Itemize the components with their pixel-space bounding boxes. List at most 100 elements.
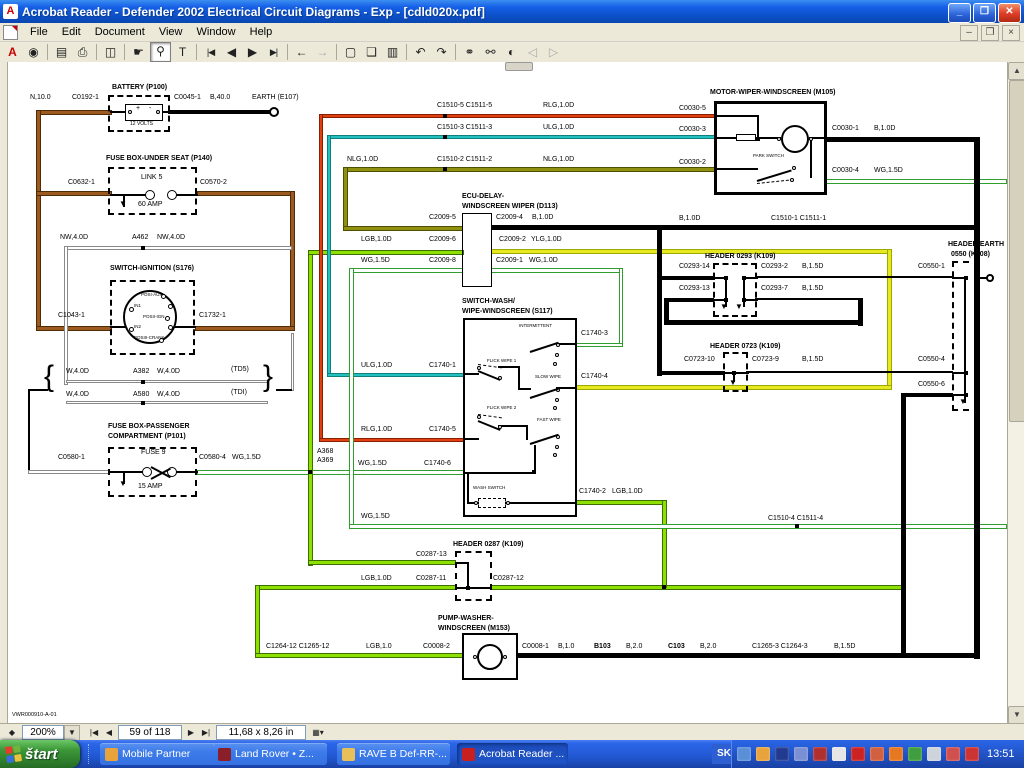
page-size-indicator: 11,68 x 8,26 in <box>216 725 306 740</box>
next-view-icon[interactable]: → <box>313 43 332 61</box>
child-close-icon[interactable]: × <box>1002 25 1020 41</box>
acrobat-app-icon: A <box>3 4 18 19</box>
toolbar: A◉ ▤⎙ ◫ ☛⚲T |◀◀▶▶| ←→ ▢❑▥ ↶↷ ⚭⚯◐◁▷ <box>0 42 1024 63</box>
open-icon[interactable]: ▤ <box>52 43 71 61</box>
update-icon[interactable] <box>870 747 884 761</box>
start-label: štart <box>25 746 58 763</box>
system-tray: 13:51 <box>731 740 1024 768</box>
menu-view[interactable]: View <box>152 24 190 40</box>
actual-size-icon[interactable]: ▢ <box>341 43 360 61</box>
title-bar: A Acrobat Reader - Defender 2002 Electri… <box>0 0 1024 23</box>
prev-page-icon[interactable]: ◀ <box>222 43 241 61</box>
prev-highlight-icon[interactable]: ◁ <box>523 43 542 61</box>
adobe-acrobat-icon[interactable]: A <box>3 43 22 61</box>
acrobat-reader-window: A Acrobat Reader - Defender 2002 Electri… <box>0 0 1024 768</box>
search-icon[interactable]: ⚯ <box>481 43 500 61</box>
start-button[interactable]: štart <box>0 740 80 768</box>
toolbar-separator <box>455 44 456 60</box>
mobile-partner-icon <box>105 748 118 761</box>
taskbar-button-label: Land Rover • Z... <box>235 748 314 760</box>
windows-logo-icon <box>5 745 23 763</box>
app-green-icon[interactable] <box>908 747 922 761</box>
rotate-left-icon[interactable]: ↶ <box>411 43 430 61</box>
scroll-down-icon[interactable]: ▼ <box>1008 706 1024 724</box>
close-button[interactable]: ✕ <box>998 3 1021 23</box>
status-bar: ◆ 200% ▼ |◀ ◀ 59 of 118 ▶ ▶| 11,68 x 8,2… <box>0 723 1024 741</box>
fit-width-icon[interactable]: ▥ <box>383 43 402 61</box>
folder-icon <box>342 748 355 761</box>
toolbar-separator <box>336 44 337 60</box>
prev-view-icon[interactable]: ← <box>292 43 311 61</box>
text-select-icon[interactable]: T <box>173 43 192 61</box>
fit-page-icon[interactable]: ❑ <box>362 43 381 61</box>
vertical-scroll-thumb[interactable] <box>1009 80 1024 422</box>
minimize-button[interactable]: _ <box>948 3 971 23</box>
next-highlight-icon[interactable]: ▷ <box>544 43 563 61</box>
wifi-icon[interactable] <box>965 747 979 761</box>
menu-bar: FileEditDocumentViewWindowHelp –❐× <box>0 23 1024 42</box>
acrobat-online-icon[interactable]: ◉ <box>24 43 43 61</box>
modem-card-icon[interactable] <box>756 747 770 761</box>
scroll-up-icon[interactable]: ▲ <box>1008 62 1024 80</box>
menu-edit[interactable]: Edit <box>55 24 88 40</box>
toolbar-separator <box>287 44 288 60</box>
vertical-scrollbar[interactable]: ▲ ▼ <box>1007 62 1024 723</box>
battery-icon[interactable] <box>775 747 789 761</box>
print-icon[interactable]: ⎙ <box>73 43 92 61</box>
acrobat-icon <box>462 748 475 761</box>
toolbar-separator <box>47 44 48 60</box>
find-icon[interactable]: ⚭ <box>460 43 479 61</box>
security-shield-icon[interactable] <box>832 747 846 761</box>
taskbar-button[interactable]: Acrobat Reader ... <box>457 743 568 765</box>
next-page-status-icon[interactable]: ▶ <box>183 725 199 741</box>
lan-disabled-icon[interactable] <box>794 747 808 761</box>
taskbar-button[interactable]: Land Rover • Z... <box>213 743 327 765</box>
volume-icon[interactable] <box>946 747 960 761</box>
child-minimize-icon[interactable]: – <box>960 25 978 41</box>
toolbar-separator <box>406 44 407 60</box>
page-layout-icon[interactable]: ▦▾ <box>307 725 329 741</box>
menu-window[interactable]: Window <box>190 24 243 40</box>
document-area[interactable] <box>0 62 1024 723</box>
restore-button[interactable]: ❐ <box>973 3 996 23</box>
menu-document[interactable]: Document <box>88 24 152 40</box>
menu-file[interactable]: File <box>23 24 55 40</box>
next-page-icon[interactable]: ▶ <box>243 43 262 61</box>
hand-tool-icon[interactable]: ☛ <box>129 43 148 61</box>
toolbar-separator <box>196 44 197 60</box>
app-red-icon[interactable] <box>889 747 903 761</box>
first-page-icon[interactable]: |◀ <box>201 43 220 61</box>
zoom-dropdown-icon[interactable]: ▼ <box>64 725 80 741</box>
first-page-status-icon[interactable]: |◀ <box>86 725 102 741</box>
taskbar-button-label: Acrobat Reader ... <box>479 748 564 760</box>
zoom-level[interactable]: 200% <box>22 725 64 740</box>
toolbar-separator <box>96 44 97 60</box>
taskbar-button-label: RAVE B Def-RR-... <box>359 748 447 760</box>
nav-pane-strip[interactable] <box>0 62 8 723</box>
page-indicator[interactable]: 59 of 118 <box>118 725 182 740</box>
network-icon[interactable] <box>737 747 751 761</box>
child-restore-icon[interactable]: ❐ <box>981 25 999 41</box>
zoom-tool-icon[interactable]: ⚲ <box>150 42 171 62</box>
menu-help[interactable]: Help <box>243 24 280 40</box>
taskbar-button[interactable]: RAVE B Def-RR-... <box>337 743 450 765</box>
taskbar: štart Mobile Partner Land Rover • Z... RAV… <box>0 740 1024 768</box>
printer-icon[interactable] <box>927 747 941 761</box>
antivirus-icon[interactable] <box>851 747 865 761</box>
last-page-icon[interactable]: ▶| <box>264 43 283 61</box>
taskbar-button-label: Mobile Partner <box>122 748 190 760</box>
land-rover-icon <box>218 748 231 761</box>
taskbar-divider <box>88 744 92 764</box>
page-divider-handle[interactable] <box>505 62 533 71</box>
pan-status-icon[interactable]: ◆ <box>4 725 20 741</box>
taskbar-button[interactable]: Mobile Partner <box>100 743 218 765</box>
pdf-document-icon[interactable] <box>3 25 18 40</box>
prev-page-status-icon[interactable]: ◀ <box>101 725 117 741</box>
connection-error-icon[interactable] <box>813 747 827 761</box>
toolbar-separator <box>124 44 125 60</box>
rotate-right-icon[interactable]: ↷ <box>432 43 451 61</box>
nav-pane-icon[interactable]: ◫ <box>101 43 120 61</box>
last-page-status-icon[interactable]: ▶| <box>198 725 214 741</box>
search-results-icon[interactable]: ◐ <box>502 43 521 61</box>
window-title: Acrobat Reader - Defender 2002 Electrica… <box>22 5 485 19</box>
